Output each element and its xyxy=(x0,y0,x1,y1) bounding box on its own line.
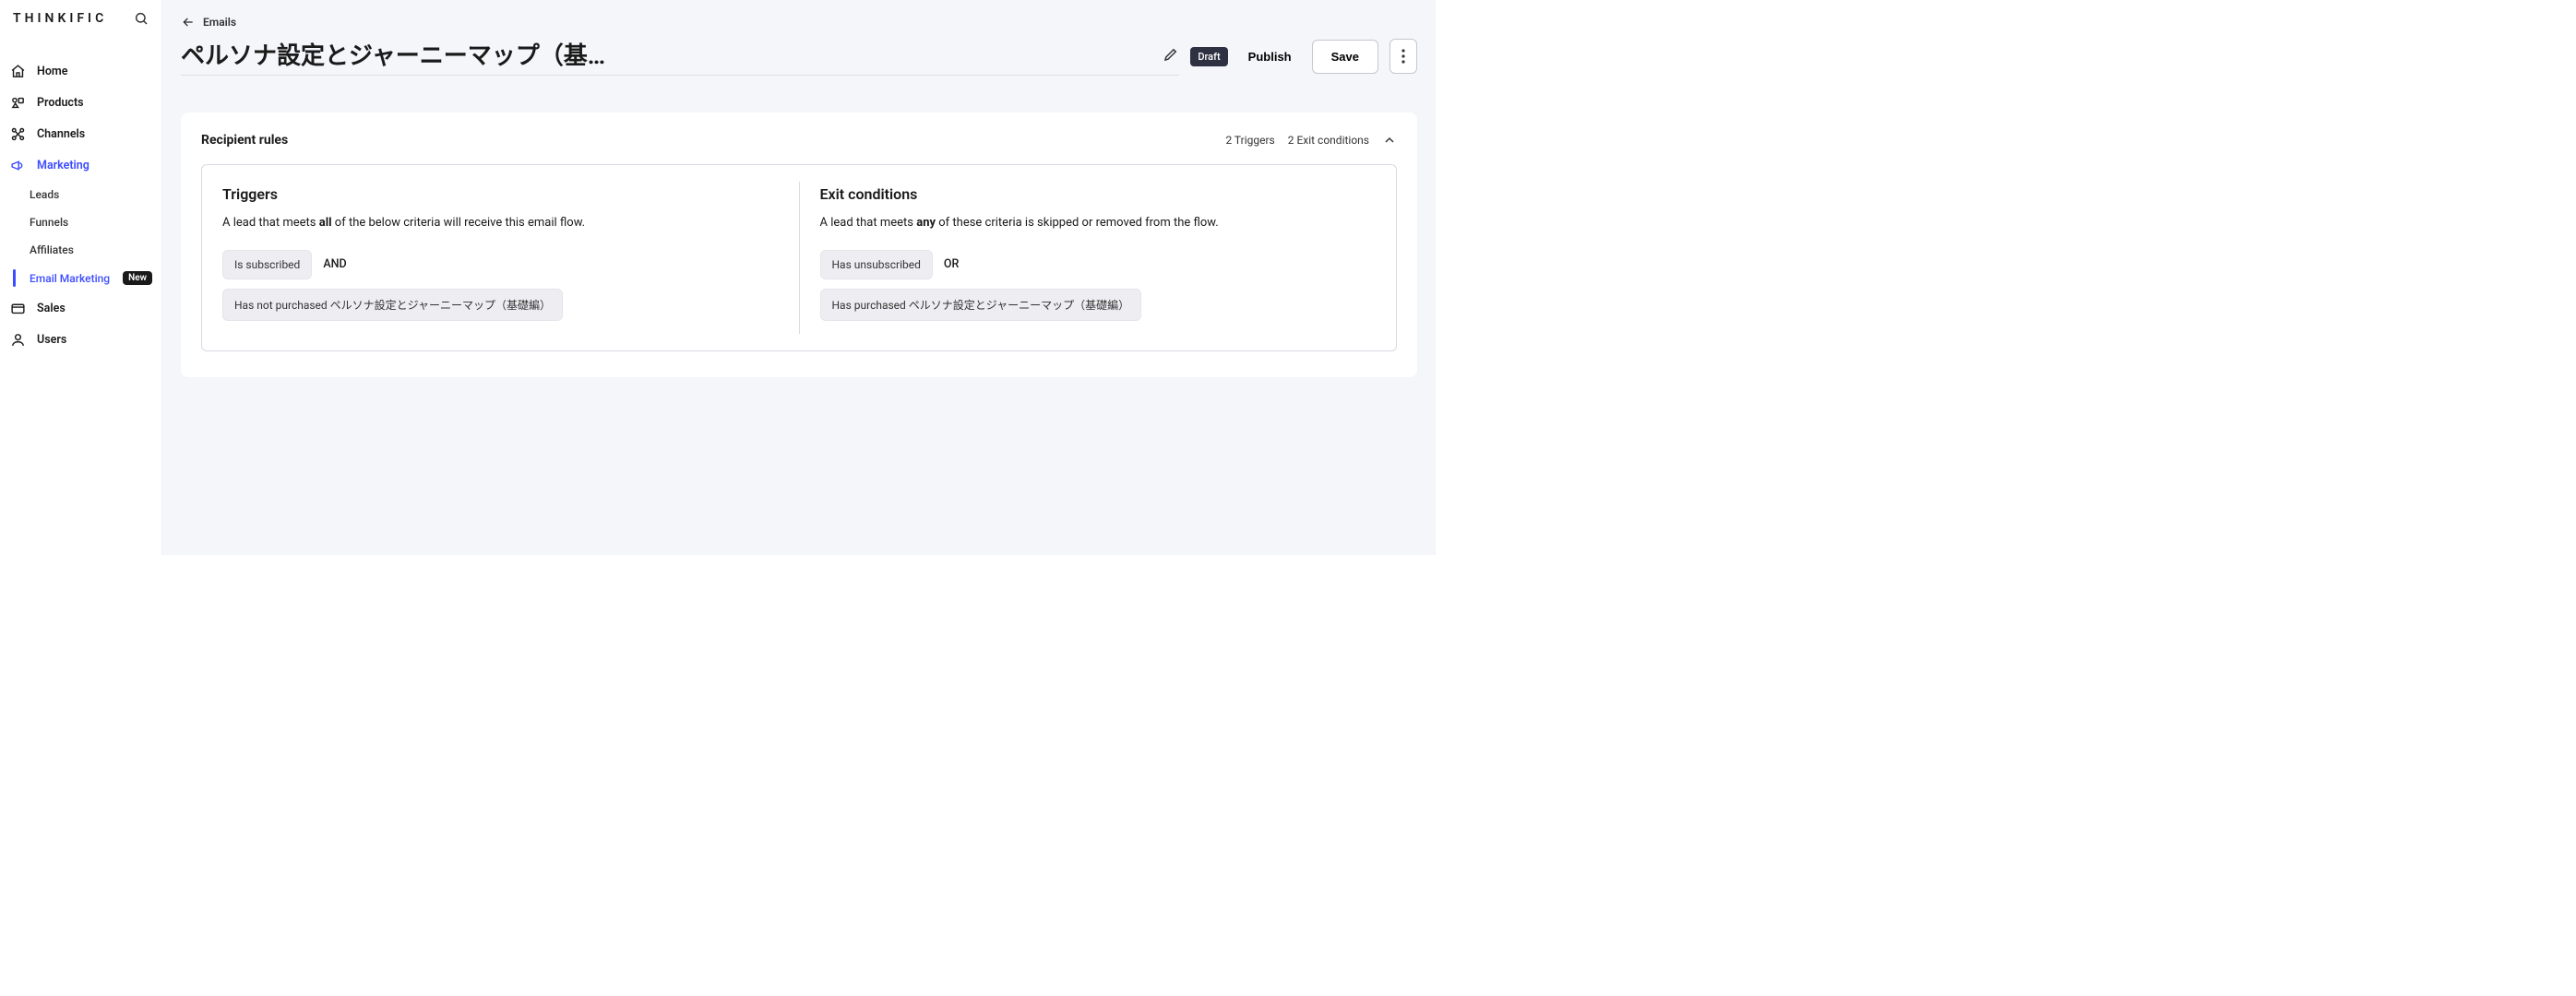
nav-home-label: Home xyxy=(37,65,68,78)
collapse-button[interactable] xyxy=(1382,133,1397,148)
exit-chip[interactable]: Has unsubscribed xyxy=(820,250,933,279)
nav-marketing-label: Marketing xyxy=(37,159,89,172)
nav-marketing[interactable]: Marketing xyxy=(0,149,161,181)
chevron-up-icon xyxy=(1382,133,1397,148)
title-field[interactable]: ペルソナ設定とジャーニーマップ（基… xyxy=(181,37,1179,76)
subnav-affiliates-label: Affiliates xyxy=(30,243,74,256)
home-icon xyxy=(9,63,26,79)
exit-conditions-column: Exit conditions A lead that meets any of… xyxy=(800,182,1397,334)
search-button[interactable] xyxy=(134,11,149,26)
publish-button[interactable]: Publish xyxy=(1239,42,1301,71)
or-connector: OR xyxy=(944,257,959,271)
brand-logo[interactable]: THINKIFIC xyxy=(13,11,107,26)
search-icon xyxy=(134,11,149,26)
edit-title-button[interactable] xyxy=(1163,46,1179,63)
triggers-column: Triggers A lead that meets all of the be… xyxy=(202,182,800,334)
sales-icon xyxy=(9,300,26,316)
megaphone-icon xyxy=(9,157,26,173)
subnav-affiliates[interactable]: Affiliates xyxy=(13,236,161,264)
exit-chip[interactable]: Has purchased ペルソナ設定とジャーニーマップ（基礎編） xyxy=(820,289,1142,321)
breadcrumb-label: Emails xyxy=(203,16,236,29)
and-connector: AND xyxy=(323,257,346,271)
triggers-count: 2 Triggers xyxy=(1225,134,1274,147)
primary-nav: Home Products Channels Marketing Leads F… xyxy=(0,39,161,555)
subnav-funnels[interactable]: Funnels xyxy=(13,208,161,236)
nav-channels-label: Channels xyxy=(37,127,85,141)
nav-products-label: Products xyxy=(37,96,84,110)
new-badge: New xyxy=(123,271,152,285)
nav-users-label: Users xyxy=(37,333,66,347)
breadcrumb[interactable]: Emails xyxy=(162,0,1436,33)
main-content: Emails ペルソナ設定とジャーニーマップ（基… Draft Publish … xyxy=(162,0,1436,555)
exit-conditions-count: 2 Exit conditions xyxy=(1288,134,1369,147)
exit-description: A lead that meets any of these criteria … xyxy=(820,214,1377,233)
status-badge: Draft xyxy=(1190,47,1227,66)
nav-users[interactable]: Users xyxy=(0,324,161,355)
back-arrow-icon xyxy=(181,15,196,30)
subnav-email-marketing-label: Email Marketing xyxy=(30,272,110,285)
page-title: ペルソナ設定とジャーニーマップ（基… xyxy=(181,37,1150,71)
triggers-description: A lead that meets all of the below crite… xyxy=(222,214,779,233)
users-icon xyxy=(9,331,26,348)
trigger-chip[interactable]: Is subscribed xyxy=(222,250,312,279)
subnav-email-marketing[interactable]: Email Marketing New xyxy=(13,264,161,292)
more-actions-button[interactable] xyxy=(1389,39,1417,74)
subnav-funnels-label: Funnels xyxy=(30,216,68,229)
nav-products[interactable]: Products xyxy=(0,87,161,118)
products-icon xyxy=(9,94,26,111)
pencil-icon xyxy=(1163,46,1179,63)
nav-home[interactable]: Home xyxy=(0,55,161,87)
trigger-chip[interactable]: Has not purchased ペルソナ設定とジャーニーマップ（基礎編） xyxy=(222,289,563,321)
subnav-leads-label: Leads xyxy=(30,188,59,201)
save-button[interactable]: Save xyxy=(1312,40,1378,74)
nav-sales[interactable]: Sales xyxy=(0,292,161,324)
triggers-heading: Triggers xyxy=(222,185,779,203)
exit-heading: Exit conditions xyxy=(820,185,1377,203)
kebab-icon xyxy=(1401,49,1405,64)
recipient-rules-title: Recipient rules xyxy=(201,133,288,148)
channels-icon xyxy=(9,125,26,142)
rules-container: Triggers A lead that meets all of the be… xyxy=(201,164,1397,351)
nav-sales-label: Sales xyxy=(37,302,66,315)
recipient-rules-card: Recipient rules 2 Triggers 2 Exit condit… xyxy=(181,113,1417,377)
nav-channels[interactable]: Channels xyxy=(0,118,161,149)
subnav-leads[interactable]: Leads xyxy=(13,181,161,208)
sidebar: THINKIFIC Home Products Channels Marketi… xyxy=(0,0,162,555)
